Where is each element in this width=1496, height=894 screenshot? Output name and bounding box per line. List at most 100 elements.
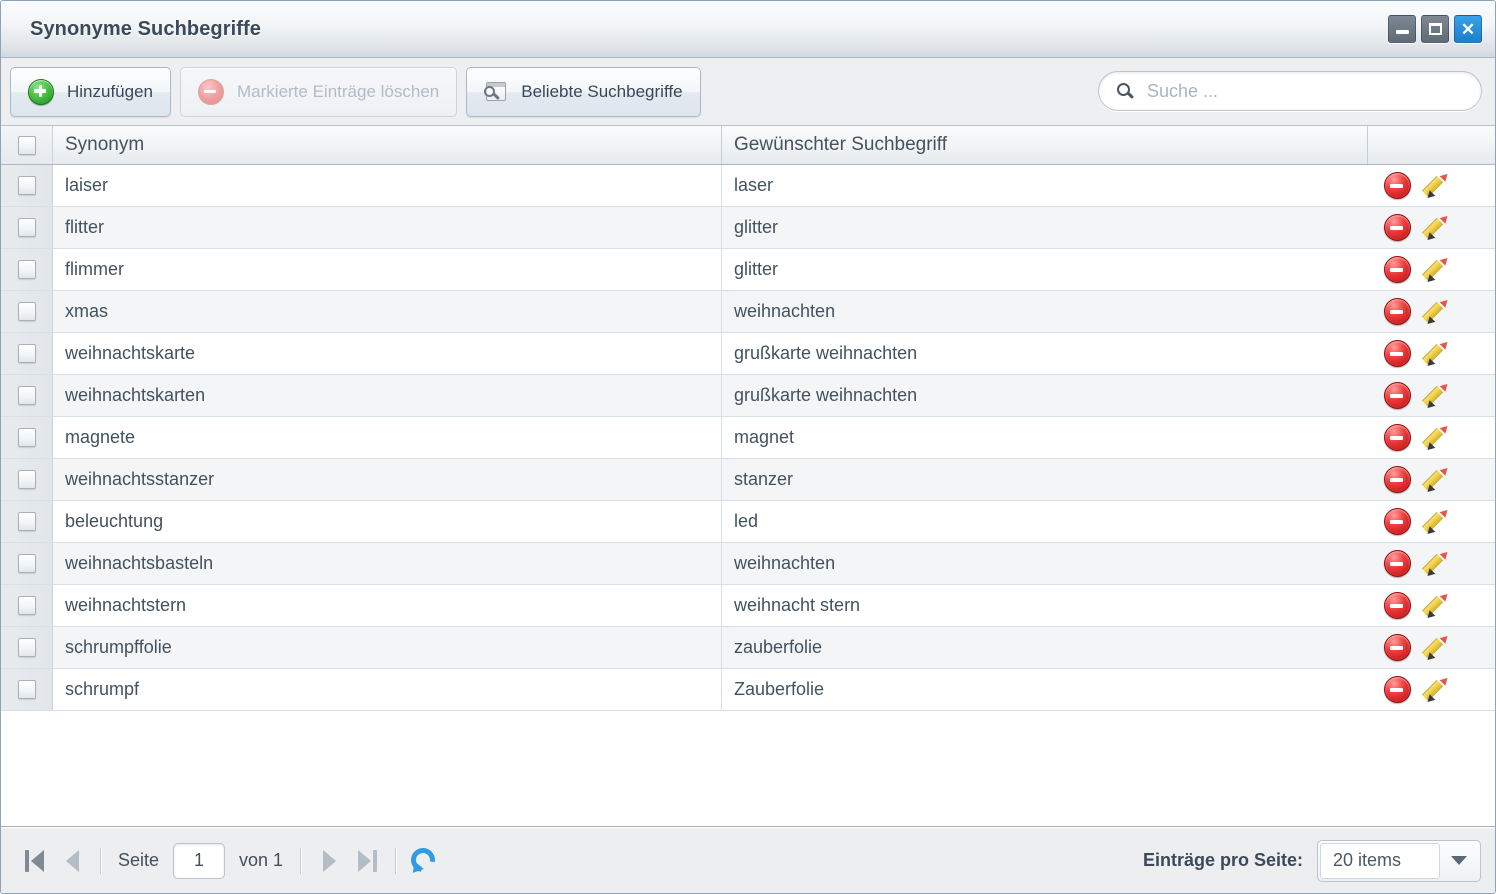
row-select-cell[interactable] — [1, 459, 53, 500]
edit-row-icon[interactable] — [1421, 506, 1451, 537]
delete-row-icon[interactable] — [1384, 382, 1411, 409]
delete-row-icon[interactable] — [1384, 634, 1411, 661]
first-page-button[interactable] — [15, 841, 53, 881]
row-select-cell[interactable] — [1, 165, 53, 206]
row-checkbox[interactable] — [17, 386, 36, 405]
items-per-page-arrow[interactable] — [1440, 843, 1478, 879]
column-header-actions — [1368, 126, 1495, 164]
edit-row-icon[interactable] — [1421, 254, 1451, 285]
row-select-cell[interactable] — [1, 627, 53, 668]
edit-row-icon[interactable] — [1421, 422, 1451, 453]
row-checkbox[interactable] — [17, 302, 36, 321]
edit-row-icon[interactable] — [1421, 338, 1451, 369]
maximize-button[interactable] — [1421, 15, 1449, 43]
row-select-cell[interactable] — [1, 669, 53, 710]
edit-row-icon[interactable] — [1421, 170, 1451, 201]
row-checkbox[interactable] — [17, 470, 36, 489]
last-page-button[interactable] — [348, 841, 386, 881]
table-row[interactable]: beleuchtung led — [1, 501, 1495, 543]
row-checkbox[interactable] — [17, 554, 36, 573]
edit-row-icon[interactable] — [1421, 674, 1451, 705]
row-checkbox[interactable] — [17, 344, 36, 363]
close-icon: ✕ — [1460, 19, 1476, 39]
edit-row-icon[interactable] — [1421, 590, 1451, 621]
delete-row-icon[interactable] — [1384, 550, 1411, 577]
edit-row-icon[interactable] — [1421, 296, 1451, 327]
row-checkbox[interactable] — [17, 680, 36, 699]
row-checkbox[interactable] — [17, 638, 36, 657]
table-row[interactable]: weihnachtsstanzer stanzer — [1, 459, 1495, 501]
table-row[interactable]: laiser laser — [1, 165, 1495, 207]
pagination-controls: Seite von 1 — [15, 841, 440, 881]
edit-row-icon[interactable] — [1421, 632, 1451, 663]
select-all-checkbox[interactable] — [17, 135, 36, 155]
delete-row-icon[interactable] — [1384, 508, 1411, 535]
delete-row-icon[interactable] — [1384, 172, 1411, 199]
cell-synonym: magnete — [53, 417, 722, 458]
page-input[interactable] — [174, 843, 225, 878]
table-row[interactable]: weihnachtstern weihnacht stern — [1, 585, 1495, 627]
delete-row-icon[interactable] — [1384, 424, 1411, 451]
row-select-cell[interactable] — [1, 543, 53, 584]
table-row[interactable]: magnete magnet — [1, 417, 1495, 459]
row-select-cell[interactable] — [1, 249, 53, 290]
delete-row-icon[interactable] — [1384, 592, 1411, 619]
add-button[interactable]: Hinzufügen — [10, 66, 172, 117]
select-all-cell[interactable] — [1, 126, 53, 164]
row-select-cell[interactable] — [1, 375, 53, 416]
table-row[interactable]: flimmer glitter — [1, 249, 1495, 291]
popular-terms-button[interactable]: Beliebte Suchbegriffe — [466, 66, 701, 117]
pager-divider-1 — [100, 847, 101, 874]
delete-selected-button-label: Markierte Einträge löschen — [237, 81, 440, 101]
table-row[interactable]: weihnachtskarten grußkarte weihnachten — [1, 375, 1495, 417]
delete-row-icon[interactable] — [1384, 298, 1411, 325]
next-page-button[interactable] — [310, 841, 348, 881]
cell-synonym: beleuchtung — [53, 501, 722, 542]
close-button[interactable]: ✕ — [1454, 15, 1482, 43]
cell-synonym: weihnachtskarte — [53, 333, 722, 374]
delete-selected-button[interactable]: Markierte Einträge löschen — [180, 66, 458, 117]
edit-row-icon[interactable] — [1421, 464, 1451, 495]
row-select-cell[interactable] — [1, 417, 53, 458]
minimize-button[interactable] — [1388, 15, 1416, 43]
row-checkbox[interactable] — [17, 260, 36, 279]
row-select-cell[interactable] — [1, 501, 53, 542]
table-row[interactable]: schrumpf Zauberfolie — [1, 669, 1495, 711]
table-row[interactable]: weihnachtskarte grußkarte weihnachten — [1, 333, 1495, 375]
row-checkbox[interactable] — [17, 218, 36, 237]
delete-row-icon[interactable] — [1384, 340, 1411, 367]
edit-row-icon[interactable] — [1421, 548, 1451, 579]
delete-row-icon[interactable] — [1384, 256, 1411, 283]
row-actions — [1368, 375, 1495, 416]
table-row[interactable]: schrumpffolie zauberfolie — [1, 627, 1495, 669]
search-input[interactable] — [1147, 80, 1481, 102]
previous-page-button[interactable] — [53, 841, 91, 881]
row-checkbox[interactable] — [17, 596, 36, 615]
items-per-page-select[interactable]: 20 items — [1317, 839, 1481, 882]
minimize-icon — [1395, 30, 1409, 34]
delete-row-icon[interactable] — [1384, 214, 1411, 241]
row-checkbox[interactable] — [17, 176, 36, 195]
window-title: Synonyme Suchbegriffe — [30, 17, 262, 40]
delete-row-icon[interactable] — [1384, 676, 1411, 703]
cell-term: glitter — [734, 259, 779, 279]
table-row[interactable]: xmas weihnachten — [1, 291, 1495, 333]
row-actions — [1368, 291, 1495, 332]
edit-row-icon[interactable] — [1421, 212, 1451, 243]
row-checkbox[interactable] — [17, 428, 36, 447]
table-row[interactable]: flitter glitter — [1, 207, 1495, 249]
search-box[interactable] — [1098, 71, 1482, 111]
row-select-cell[interactable] — [1, 291, 53, 332]
table-row[interactable]: weihnachtsbasteln weihnachten — [1, 543, 1495, 585]
refresh-icon[interactable] — [406, 842, 440, 877]
column-header-synonym[interactable]: Synonym — [53, 126, 722, 164]
row-select-cell[interactable] — [1, 333, 53, 374]
page-input-wrap[interactable] — [173, 842, 226, 879]
column-header-term[interactable]: Gewünschter Suchbegriff — [722, 126, 1368, 164]
row-select-cell[interactable] — [1, 207, 53, 248]
edit-row-icon[interactable] — [1421, 380, 1451, 411]
delete-row-icon[interactable] — [1384, 466, 1411, 493]
row-select-cell[interactable] — [1, 585, 53, 626]
row-checkbox[interactable] — [17, 512, 36, 531]
cell-term: led — [734, 511, 759, 531]
